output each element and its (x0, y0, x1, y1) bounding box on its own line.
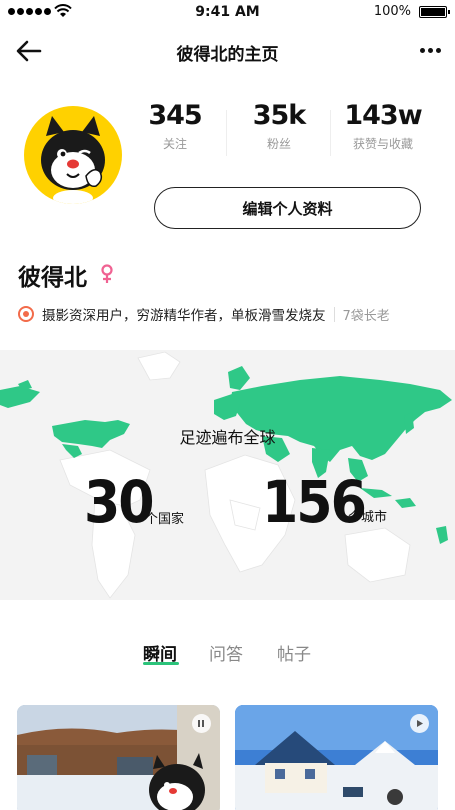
user-tags: 摄影资深用户，穷游精华作者，单板滑雪发烧友 7袋长老 (18, 303, 438, 325)
tag-text: 摄影资深用户，穷游精华作者，单板滑雪发烧友 (42, 308, 326, 324)
tag-divider (333, 306, 335, 322)
tab-indicator (143, 662, 179, 665)
world-map (0, 351, 452, 599)
moment-thumbnail (235, 705, 438, 810)
stat-followers-label: 粉丝 (266, 137, 291, 151)
cities-count: 156 (262, 468, 367, 536)
play-icon[interactable] (410, 714, 429, 733)
footprint-map[interactable]: 足迹遍布全球 30 个国家 156 个城市 (0, 350, 455, 600)
moment-card[interactable] (235, 705, 438, 810)
stat-following-label: 关注 (162, 137, 187, 151)
stat-followers[interactable]: 35k 粉丝 (232, 100, 326, 152)
stat-likes-value: 143w (344, 100, 422, 131)
stat-following-value: 345 (148, 100, 202, 131)
status-bar: 9:41 AM 100% (0, 0, 455, 24)
stat-following[interactable]: 345 关注 (128, 100, 222, 152)
user-level[interactable]: 7袋长老 (343, 305, 390, 324)
stat-followers-value: 35k (252, 100, 307, 131)
stat-divider (226, 110, 227, 156)
stat-divider (330, 110, 331, 156)
video-icon (192, 714, 211, 733)
countries-unit: 个国家 (145, 512, 185, 527)
moment-thumbnail (17, 705, 220, 810)
female-icon (101, 264, 113, 283)
tag-badge-icon (18, 306, 34, 322)
moment-card[interactable] (17, 705, 220, 810)
battery-icon (419, 6, 450, 18)
cities-unit: 个城市 (348, 510, 388, 525)
stat-likes-label: 获赞与收藏 (352, 137, 413, 151)
stat-likes[interactable]: 143w 获赞与收藏 (335, 100, 431, 152)
footprint-label: 足迹遍布全球 (179, 428, 276, 447)
tab-posts[interactable]: 帖子 (277, 640, 311, 665)
username: 彼得北 (18, 265, 87, 291)
nav-bar: 彼得北的主页 (0, 28, 455, 74)
countries-count: 30 (84, 468, 155, 536)
more-icon[interactable] (420, 40, 441, 60)
edit-profile-button[interactable]: 编辑个人资料 (154, 187, 421, 229)
avatar[interactable] (24, 106, 122, 204)
page-title: 彼得北的主页 (176, 45, 279, 65)
tab-qa[interactable]: 问答 (209, 640, 243, 665)
battery-percent: 100% (373, 4, 411, 19)
